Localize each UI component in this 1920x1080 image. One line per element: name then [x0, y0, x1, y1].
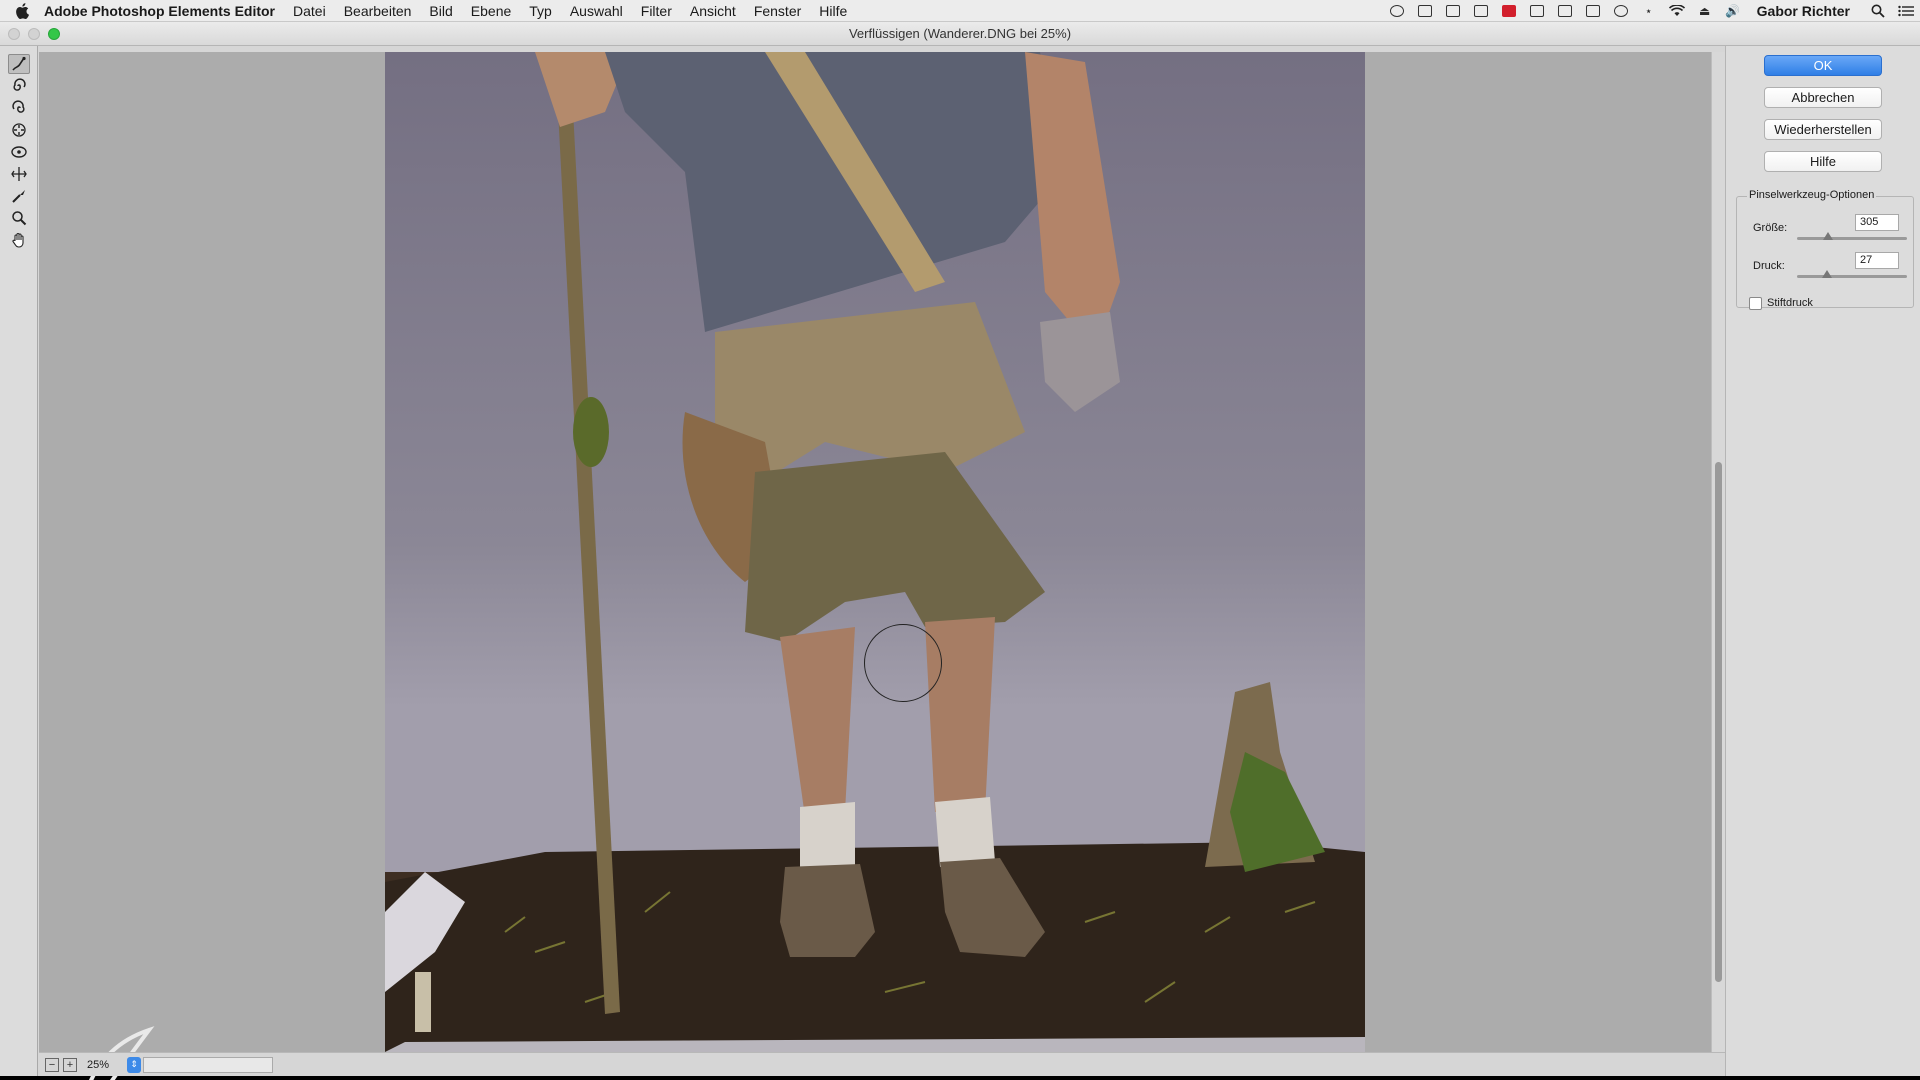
menu-filter[interactable]: Filter	[641, 3, 672, 19]
brush-options-title: Pinselwerkzeug-Optionen	[1747, 189, 1877, 201]
wifi-icon[interactable]	[1666, 3, 1688, 19]
screen-icon[interactable]	[1582, 3, 1604, 19]
size-label: Größe:	[1753, 222, 1788, 234]
zoom-icon[interactable]	[8, 208, 30, 228]
menu-fenster[interactable]: Fenster	[754, 3, 801, 19]
status-area: ⋆ ⏏ 🔊 Gabor Richter	[1383, 0, 1920, 22]
ok-button[interactable]: OK	[1764, 55, 1882, 76]
liquify-dialog: − + 25% ⇕ OK Abbrechen Wiederherstellen …	[0, 46, 1920, 1080]
stylus-pressure-checkbox[interactable]	[1749, 297, 1762, 310]
hand-icon[interactable]	[8, 230, 30, 250]
apple-icon[interactable]	[0, 2, 44, 19]
volume-icon[interactable]: 🔊	[1722, 3, 1744, 19]
reconstruct-icon[interactable]	[8, 186, 30, 206]
menu-bar: Adobe Photoshop Elements Editor Datei Be…	[0, 0, 1920, 22]
twirl-clockwise-icon[interactable]	[8, 76, 30, 96]
warp-tool-icon[interactable]	[8, 54, 30, 74]
record-icon[interactable]	[1386, 3, 1408, 19]
menu-ansicht[interactable]: Ansicht	[690, 3, 736, 19]
user-name[interactable]: Gabor Richter	[1757, 3, 1850, 19]
status-bar: − + 25% ⇕	[39, 1052, 1725, 1076]
menu-ebene[interactable]: Ebene	[471, 3, 511, 19]
shift-pixels-icon[interactable]	[8, 164, 30, 184]
zoom-field-track	[143, 1056, 273, 1073]
help-button[interactable]: Hilfe	[1764, 151, 1882, 172]
window-titlebar: Verflüssigen (Wanderer.DNG bei 25%)	[0, 22, 1920, 46]
zoom-level[interactable]: 25%	[87, 1057, 127, 1073]
restore-button[interactable]: Wiederherstellen	[1764, 119, 1882, 140]
preview-image[interactable]	[385, 52, 1365, 1052]
cloud-icon[interactable]	[1442, 3, 1464, 19]
brush-options-group: Pinselwerkzeug-Optionen Größe: 305 Druck…	[1736, 189, 1914, 310]
time-machine-icon[interactable]	[1610, 3, 1632, 19]
transfer-icon[interactable]	[1554, 3, 1576, 19]
scrollbar-thumb[interactable]	[1715, 462, 1722, 982]
cancel-button[interactable]: Abbrechen	[1764, 87, 1882, 108]
menu-bearbeiten[interactable]: Bearbeiten	[344, 3, 412, 19]
drive-icon[interactable]	[1526, 3, 1548, 19]
eject-icon[interactable]: ⏏	[1694, 3, 1716, 19]
zoom-out-button[interactable]: −	[45, 1057, 59, 1072]
zoom-in-button[interactable]: +	[63, 1057, 77, 1072]
adobe-icon[interactable]	[1498, 3, 1520, 19]
menu-auswahl[interactable]: Auswahl	[570, 3, 623, 19]
pucker-icon[interactable]	[8, 120, 30, 140]
options-panel: OK Abbrechen Wiederherstellen Hilfe Pins…	[1725, 46, 1920, 1076]
spotlight-search-icon[interactable]	[1867, 3, 1889, 19]
size-field[interactable]: 305	[1855, 214, 1899, 231]
size-slider[interactable]	[1797, 232, 1907, 240]
tool-strip	[0, 46, 38, 1076]
window-title: Verflüssigen (Wanderer.DNG bei 25%)	[848, 26, 1072, 41]
zoom-stepper-icon[interactable]: ⇕	[127, 1056, 141, 1073]
stylus-pressure-label: Stiftdruck	[1767, 297, 1813, 309]
menu-datei[interactable]: Datei	[293, 3, 326, 19]
pressure-label: Druck:	[1753, 260, 1785, 272]
menu-hilfe[interactable]: Hilfe	[819, 3, 847, 19]
display-icon[interactable]	[1414, 3, 1436, 19]
brush-cursor	[864, 624, 942, 702]
notification-center-icon[interactable]	[1895, 3, 1917, 19]
menu-typ[interactable]: Typ	[529, 3, 552, 19]
vertical-scrollbar[interactable]	[1711, 52, 1725, 1052]
bloat-icon[interactable]	[8, 142, 30, 162]
menu-app-name[interactable]: Adobe Photoshop Elements Editor	[44, 3, 275, 19]
twirl-counterclockwise-icon[interactable]	[8, 98, 30, 118]
pressure-slider[interactable]	[1797, 270, 1907, 278]
size-slider-handle[interactable]	[1823, 232, 1833, 240]
evernote-icon[interactable]	[1470, 3, 1492, 19]
menu-bild[interactable]: Bild	[429, 3, 452, 19]
preview-canvas[interactable]	[39, 52, 1711, 1080]
pressure-field[interactable]: 27	[1855, 252, 1899, 269]
pressure-slider-handle[interactable]	[1822, 270, 1832, 278]
bluetooth-icon[interactable]: ⋆	[1638, 3, 1660, 19]
